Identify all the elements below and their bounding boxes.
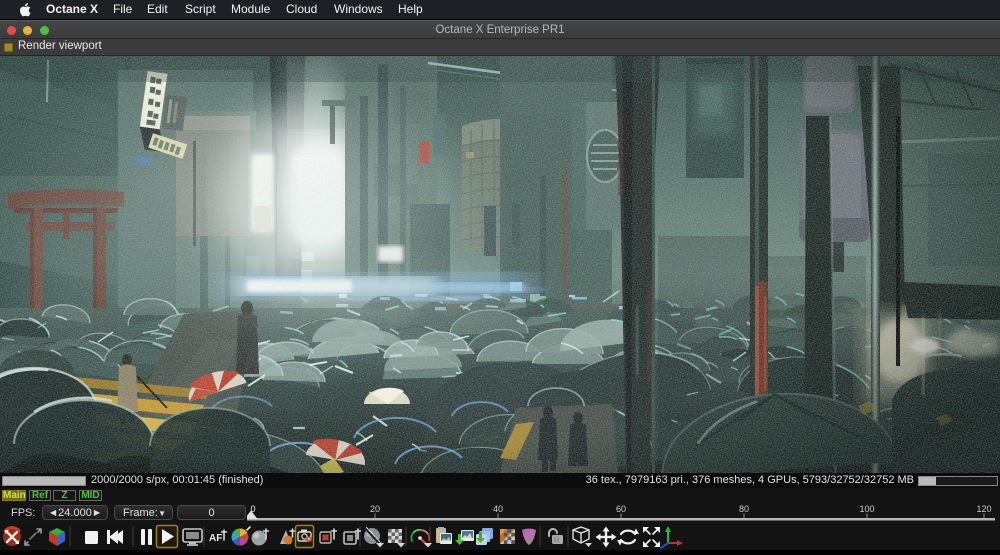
svg-text:AF: AF: [209, 533, 222, 544]
svg-text:0: 0: [250, 504, 255, 514]
